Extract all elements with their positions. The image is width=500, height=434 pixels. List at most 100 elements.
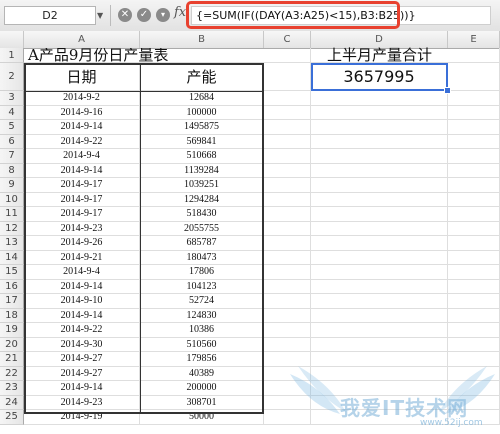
- empty-cell[interactable]: [448, 192, 500, 207]
- empty-cell[interactable]: [448, 178, 500, 193]
- empty-cell[interactable]: [448, 63, 500, 91]
- row-header-24[interactable]: 24: [0, 395, 24, 410]
- output-cell[interactable]: 308701: [140, 395, 264, 410]
- empty-cell[interactable]: [448, 308, 500, 323]
- date-cell[interactable]: 2014-9-27: [24, 366, 140, 381]
- empty-cell[interactable]: [264, 294, 311, 309]
- empty-cell[interactable]: [448, 91, 500, 106]
- empty-cell[interactable]: [311, 221, 448, 236]
- output-cell[interactable]: 1495875: [140, 120, 264, 135]
- empty-cell[interactable]: [264, 149, 311, 164]
- empty-cell[interactable]: [264, 178, 311, 193]
- output-cell[interactable]: 2055755: [140, 221, 264, 236]
- output-cell[interactable]: 518430: [140, 207, 264, 222]
- output-cell[interactable]: 510560: [140, 337, 264, 352]
- empty-cell[interactable]: [448, 149, 500, 164]
- date-cell[interactable]: 2014-9-14: [24, 279, 140, 294]
- date-cell[interactable]: 2014-9-23: [24, 395, 140, 410]
- row-header-14[interactable]: 14: [0, 250, 24, 265]
- empty-cell[interactable]: [264, 221, 311, 236]
- column-header-e[interactable]: E: [448, 31, 500, 48]
- header-output[interactable]: 产能: [140, 63, 264, 91]
- empty-cell[interactable]: [311, 105, 448, 120]
- output-cell[interactable]: 17806: [140, 265, 264, 280]
- output-cell[interactable]: 50000: [140, 410, 264, 425]
- date-cell[interactable]: 2014-9-2: [24, 91, 140, 106]
- function-menu-icon[interactable]: ▾: [156, 8, 170, 22]
- row-header-16[interactable]: 16: [0, 279, 24, 294]
- empty-cell[interactable]: [264, 63, 311, 91]
- output-cell[interactable]: 1294284: [140, 192, 264, 207]
- empty-cell[interactable]: [448, 221, 500, 236]
- row-header-22[interactable]: 22: [0, 366, 24, 381]
- empty-cell[interactable]: [311, 178, 448, 193]
- select-all-corner[interactable]: [0, 31, 24, 48]
- row-header-1[interactable]: 1: [0, 48, 24, 63]
- output-cell[interactable]: 104123: [140, 279, 264, 294]
- output-cell[interactable]: 40389: [140, 366, 264, 381]
- output-cell[interactable]: 510668: [140, 149, 264, 164]
- cancel-icon[interactable]: ✕: [118, 8, 132, 22]
- empty-cell[interactable]: [264, 120, 311, 135]
- empty-cell[interactable]: [311, 352, 448, 367]
- output-cell[interactable]: 12684: [140, 91, 264, 106]
- output-cell[interactable]: 52724: [140, 294, 264, 309]
- empty-cell[interactable]: [311, 207, 448, 222]
- output-cell[interactable]: 685787: [140, 236, 264, 251]
- empty-cell[interactable]: [311, 134, 448, 149]
- header-date[interactable]: 日期: [24, 63, 140, 91]
- row-header-21[interactable]: 21: [0, 352, 24, 367]
- empty-cell[interactable]: [264, 279, 311, 294]
- column-header-a[interactable]: A: [24, 31, 140, 48]
- empty-cell[interactable]: [311, 149, 448, 164]
- row-header-18[interactable]: 18: [0, 308, 24, 323]
- empty-cell[interactable]: [448, 265, 500, 280]
- date-cell[interactable]: 2014-9-26: [24, 236, 140, 251]
- empty-cell[interactable]: [448, 294, 500, 309]
- row-header-11[interactable]: 11: [0, 207, 24, 222]
- empty-cell[interactable]: [311, 120, 448, 135]
- row-header-13[interactable]: 13: [0, 236, 24, 251]
- empty-cell[interactable]: [448, 279, 500, 294]
- empty-cell[interactable]: [264, 134, 311, 149]
- row-header-19[interactable]: 19: [0, 323, 24, 338]
- output-cell[interactable]: 124830: [140, 308, 264, 323]
- empty-cell[interactable]: [448, 134, 500, 149]
- date-cell[interactable]: 2014-9-14: [24, 163, 140, 178]
- empty-cell[interactable]: [448, 48, 500, 63]
- row-header-8[interactable]: 8: [0, 163, 24, 178]
- date-cell[interactable]: 2014-9-16: [24, 105, 140, 120]
- row-header-25[interactable]: 25: [0, 410, 24, 425]
- row-header-9[interactable]: 9: [0, 178, 24, 193]
- row-header-20[interactable]: 20: [0, 337, 24, 352]
- empty-cell[interactable]: [264, 163, 311, 178]
- empty-cell[interactable]: [311, 192, 448, 207]
- date-cell[interactable]: 2014-9-14: [24, 120, 140, 135]
- empty-cell[interactable]: [264, 192, 311, 207]
- date-cell[interactable]: 2014-9-14: [24, 381, 140, 396]
- row-header-6[interactable]: 6: [0, 134, 24, 149]
- output-cell[interactable]: 1039251: [140, 178, 264, 193]
- confirm-icon[interactable]: ✓: [137, 8, 151, 22]
- row-header-17[interactable]: 17: [0, 294, 24, 309]
- name-box-dropdown-icon[interactable]: ▼: [97, 11, 103, 20]
- column-header-b[interactable]: B: [140, 31, 264, 48]
- empty-cell[interactable]: [448, 323, 500, 338]
- date-cell[interactable]: 2014-9-17: [24, 207, 140, 222]
- empty-cell[interactable]: [264, 352, 311, 367]
- date-cell[interactable]: 2014-9-14: [24, 308, 140, 323]
- empty-cell[interactable]: [311, 337, 448, 352]
- date-cell[interactable]: 2014-9-10: [24, 294, 140, 309]
- summary-title[interactable]: 上半月产量合计: [311, 48, 448, 63]
- row-header-2[interactable]: 2: [0, 63, 24, 91]
- output-cell[interactable]: 569841: [140, 134, 264, 149]
- row-header-12[interactable]: 12: [0, 221, 24, 236]
- column-header-c[interactable]: C: [264, 31, 311, 48]
- row-header-10[interactable]: 10: [0, 192, 24, 207]
- empty-cell[interactable]: [264, 105, 311, 120]
- empty-cell[interactable]: [264, 91, 311, 106]
- empty-cell[interactable]: [264, 323, 311, 338]
- empty-cell[interactable]: [264, 265, 311, 280]
- output-cell[interactable]: 180473: [140, 250, 264, 265]
- row-header-23[interactable]: 23: [0, 381, 24, 396]
